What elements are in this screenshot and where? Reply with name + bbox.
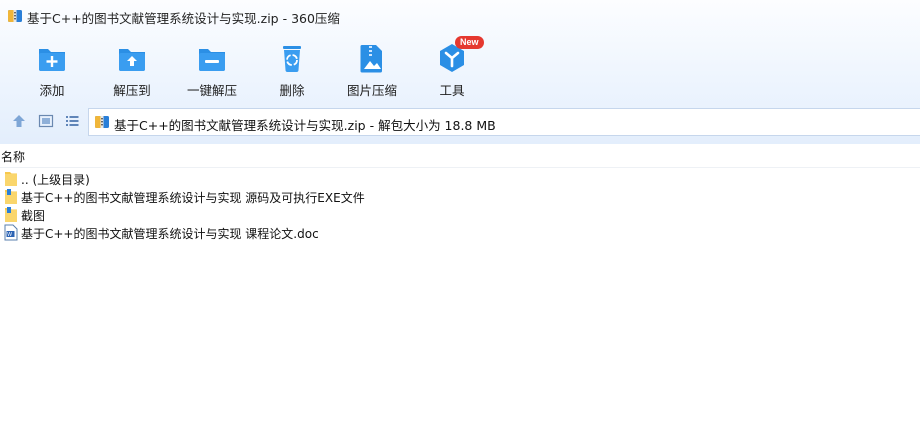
list-item-parent-dir[interactable]: .. (上级目录) xyxy=(0,170,600,188)
svg-text:W: W xyxy=(7,232,12,238)
image-compress-button[interactable]: 图片压缩 xyxy=(332,38,412,98)
new-badge: New xyxy=(455,36,484,49)
image-compress-icon xyxy=(360,45,382,73)
top-panel: 基于C++的图书文献管理系统设计与实现.zip - 360压缩 添加 解压到 一… xyxy=(0,0,920,144)
folder-icon xyxy=(5,172,17,186)
delete-button[interactable]: 删除 xyxy=(252,38,332,98)
thumbnail-view-icon[interactable] xyxy=(38,113,54,129)
recycle-bin-icon xyxy=(283,46,301,72)
one-click-extract-label: 一键解压 xyxy=(186,83,237,98)
file-name: .. (上级目录) xyxy=(21,173,90,187)
list-item-screenshots-folder[interactable]: 截图 xyxy=(0,206,600,224)
title-bar: 基于C++的图书文献管理系统设计与实现.zip - 360压缩 xyxy=(0,0,920,32)
list-item-source-folder[interactable]: 基于C++的图书文献管理系统设计与实现 源码及可执行EXE文件 xyxy=(0,188,600,206)
add-folder-icon xyxy=(39,49,65,71)
delete-label: 删除 xyxy=(279,83,305,98)
add-button[interactable]: 添加 xyxy=(12,38,92,98)
file-name: 基于C++的图书文献管理系统设计与实现 课程论文.doc xyxy=(21,227,319,241)
tools-button[interactable]: New 工具 xyxy=(412,36,492,98)
zip-archive-icon xyxy=(8,10,22,22)
list-view-icon[interactable] xyxy=(64,113,80,129)
file-name: 截图 xyxy=(21,209,46,223)
file-name: 基于C++的图书文献管理系统设计与实现 源码及可执行EXE文件 xyxy=(21,191,365,205)
toolbar: 添加 解压到 一键解压 删除 图片压缩 New 工具 xyxy=(0,32,920,102)
address-path: 基于C++的图书文献管理系统设计与实现.zip - 解包大小为 18.8 MB xyxy=(114,118,496,133)
column-header: 名称 xyxy=(0,145,920,168)
add-label: 添加 xyxy=(39,83,65,98)
up-arrow-icon[interactable] xyxy=(11,113,27,129)
one-click-extract-button[interactable]: 一键解压 xyxy=(172,38,252,98)
window-title: 基于C++的图书文献管理系统设计与实现.zip - 360压缩 xyxy=(27,11,340,26)
address-row: 基于C++的图书文献管理系统设计与实现.zip - 解包大小为 18.8 MB xyxy=(0,104,920,140)
extract-to-icon xyxy=(119,49,145,71)
tools-label: 工具 xyxy=(439,83,465,98)
image-compress-label: 图片压缩 xyxy=(346,83,397,98)
extract-to-label: 解压到 xyxy=(113,83,151,98)
column-name-header[interactable]: 名称 xyxy=(1,148,25,165)
folder-icon xyxy=(5,189,17,204)
one-click-extract-icon xyxy=(199,49,225,71)
list-item-doc-file[interactable]: W 基于C++的图书文献管理系统设计与实现 课程论文.doc xyxy=(0,224,600,242)
address-bar[interactable]: 基于C++的图书文献管理系统设计与实现.zip - 解包大小为 18.8 MB xyxy=(88,108,920,136)
folder-icon xyxy=(5,207,17,222)
extract-to-button[interactable]: 解压到 xyxy=(92,38,172,98)
zip-archive-icon xyxy=(95,116,109,128)
word-document-icon: W xyxy=(4,224,18,241)
